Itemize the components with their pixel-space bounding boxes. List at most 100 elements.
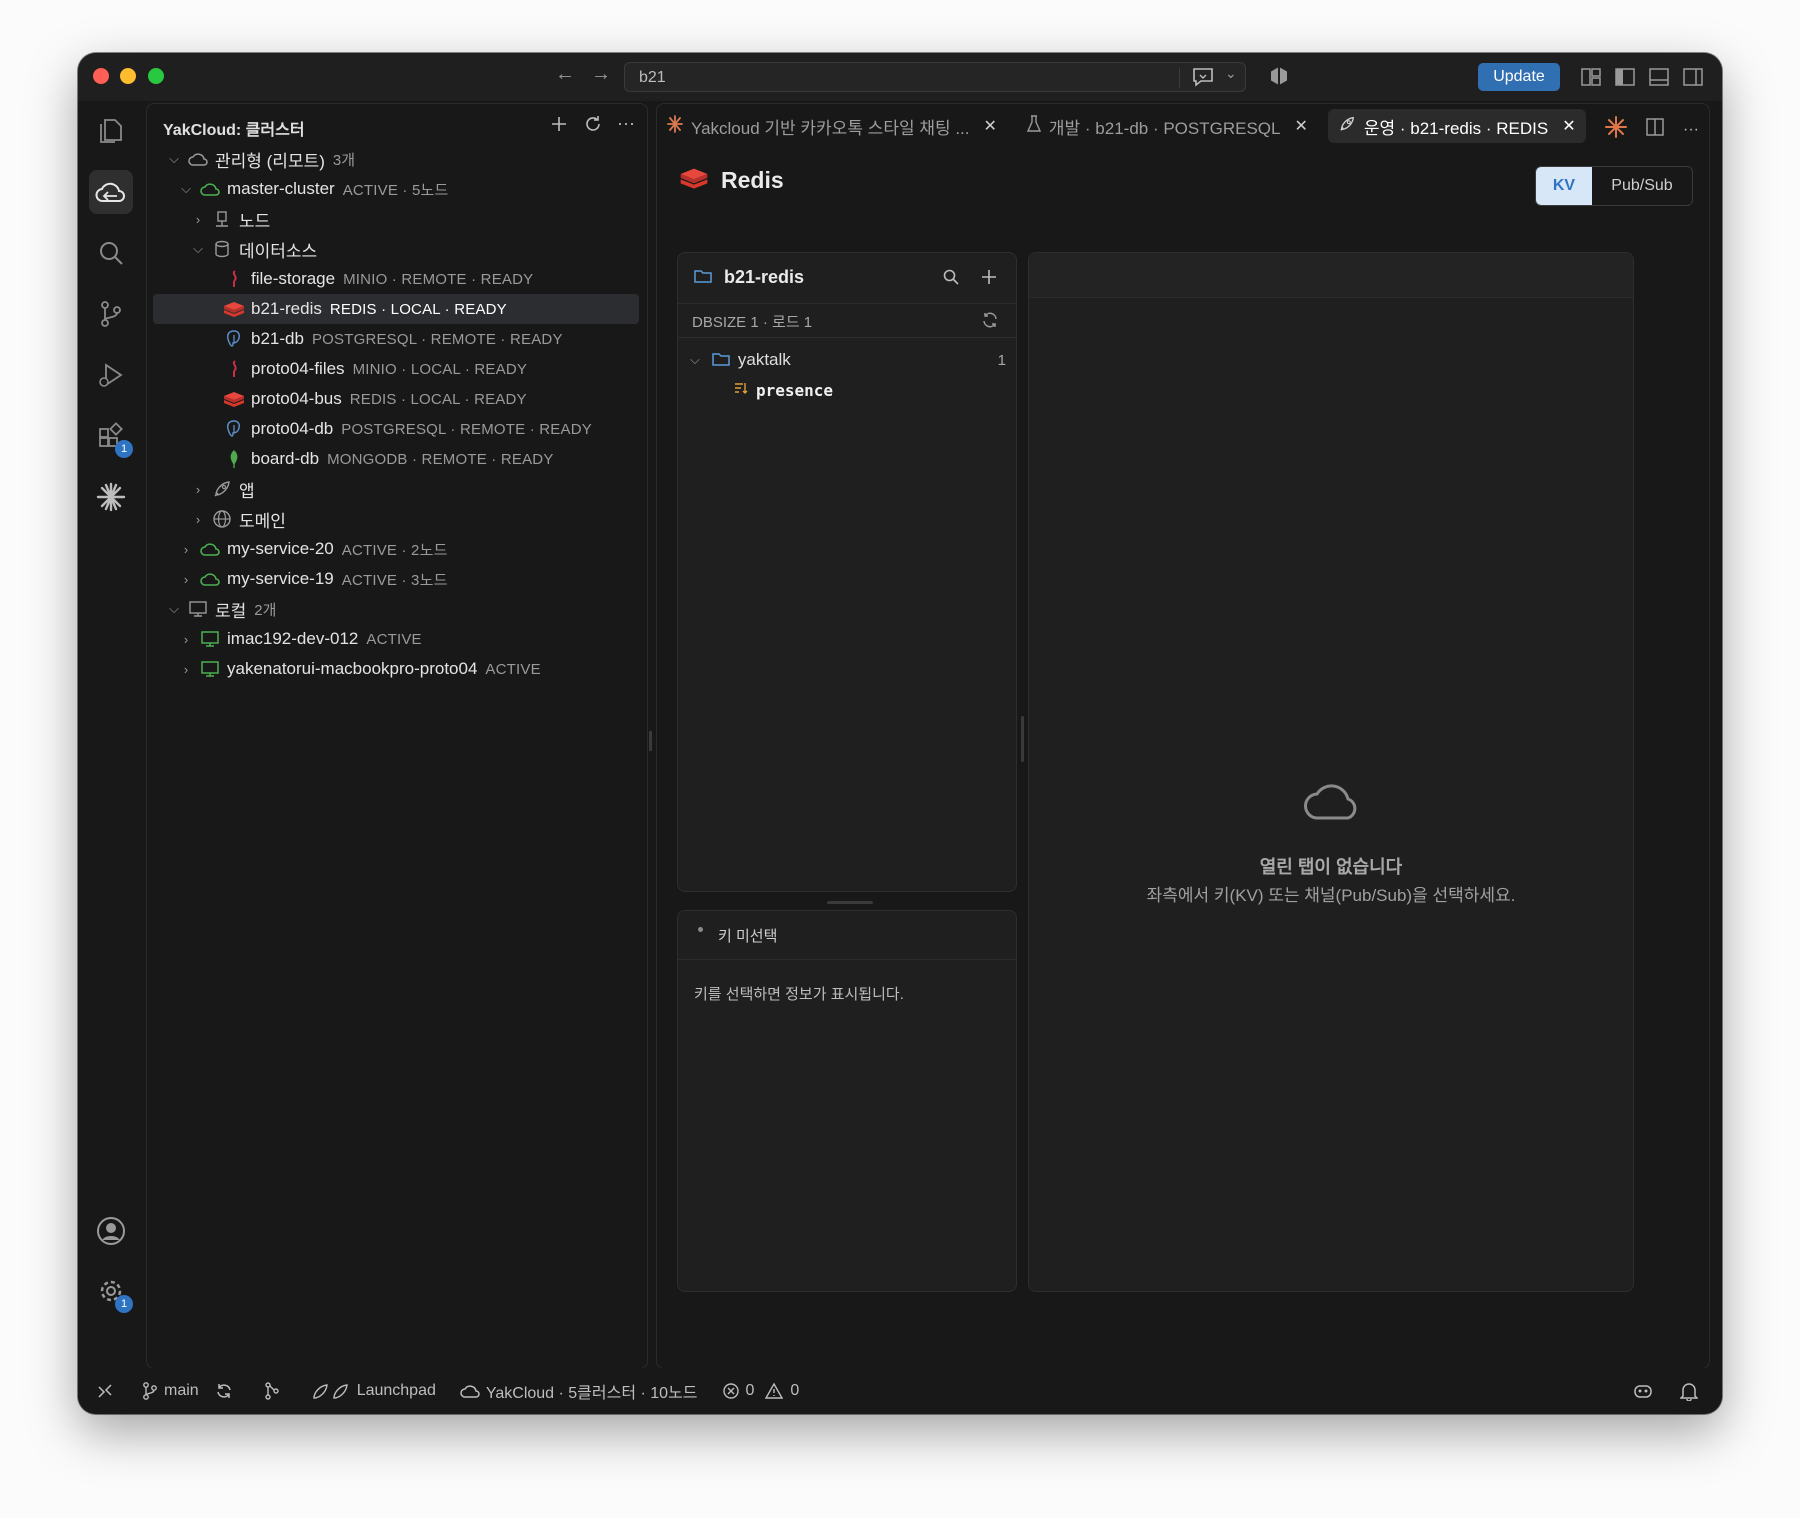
tree-item-datasources[interactable]: ⌵ 데이터소스	[153, 234, 639, 264]
datasource-file-storage[interactable]: file-storage MINIO · REMOTE · READY	[153, 264, 639, 294]
mode-kv-button[interactable]: KV	[1536, 167, 1592, 205]
extensions-badge: 1	[115, 440, 133, 458]
toggle-secondary-sidebar-icon[interactable]	[1682, 66, 1704, 93]
monitor-active-icon	[199, 628, 221, 650]
notifications-bell-icon[interactable]	[1680, 1381, 1704, 1401]
refresh-icon[interactable]	[980, 311, 1000, 334]
zoom-window-button[interactable]	[148, 68, 164, 84]
tree-local-imac192[interactable]: › imac192-dev-012 ACTIVE	[153, 624, 639, 654]
tree-item-nodes[interactable]: › 노드	[153, 204, 639, 234]
tree-local-macbookpro[interactable]: › yakenatorui-macbookpro-proto04 ACTIVE	[153, 654, 639, 684]
resize-handle[interactable]	[827, 901, 873, 904]
toggle-primary-sidebar-icon[interactable]	[1614, 66, 1636, 93]
datasource-proto04-bus[interactable]: proto04-bus REDIS · LOCAL · READY	[153, 384, 639, 414]
settings-gear-icon[interactable]: 1	[89, 1269, 133, 1313]
account-icon[interactable]	[89, 1209, 133, 1253]
source-control-icon[interactable]	[89, 292, 133, 336]
remote-icon[interactable]	[96, 1382, 120, 1400]
command-center-search[interactable]: b21 ⌄	[624, 62, 1246, 92]
forward-arrow-icon[interactable]: →	[591, 63, 611, 86]
add-key-icon[interactable]	[980, 268, 998, 291]
git-graph-icon[interactable]	[263, 1381, 287, 1401]
more-actions-icon[interactable]: ···	[617, 114, 635, 139]
extensions-icon[interactable]: 1	[89, 414, 133, 458]
chevron-right-icon: ›	[195, 481, 201, 497]
branch-status[interactable]: main	[142, 1381, 199, 1401]
key-browser-panel: b21-redis DBSIZE 1 · 로드 1 ⌵ yaktalk 1 pr…	[677, 252, 1017, 892]
close-window-button[interactable]	[93, 68, 109, 84]
more-actions-icon[interactable]: ···	[1683, 121, 1699, 139]
mode-pubsub-button[interactable]: Pub/Sub	[1592, 167, 1692, 205]
app-window: ← → b21 ⌄ Update 1 1 YakCloud: 클러스터 ··· …	[78, 53, 1722, 1414]
tab-label: 개발 · b21-db · POSTGRESQL	[1048, 118, 1281, 138]
close-tab-icon[interactable]: ✕	[1294, 116, 1307, 136]
ai-asterisk-icon[interactable]	[1605, 116, 1628, 143]
folder-icon	[712, 351, 730, 372]
monitor-icon	[187, 598, 209, 620]
explorer-icon[interactable]	[89, 109, 133, 153]
datasource-name: proto04-bus	[251, 389, 342, 408]
datasource-b21-db[interactable]: b21-db POSTGRESQL · REMOTE · READY	[153, 324, 639, 354]
tree-group-managed[interactable]: ⌵ 관리형 (리모트) 3개	[153, 144, 639, 174]
datasource-meta: REDIS · LOCAL · READY	[329, 300, 507, 318]
add-icon[interactable]	[549, 114, 569, 139]
editor-area: Yakcloud 기반 카카오톡 스타일 채팅 ... ✕ 개발 · b21-d…	[656, 103, 1710, 1369]
key-presence[interactable]: presence	[678, 375, 1016, 405]
chevron-right-icon: ›	[183, 661, 189, 677]
ai-asterisk-icon[interactable]	[89, 475, 133, 519]
datasource-board-db[interactable]: board-db MONGODB · REMOTE · READY	[153, 444, 639, 474]
datasource-proto04-db[interactable]: proto04-db POSTGRESQL · REMOTE · READY	[153, 414, 639, 444]
flask-icon	[1026, 114, 1041, 138]
copilot-status-icon[interactable]	[1632, 1382, 1660, 1400]
close-tab-icon[interactable]: ✕	[1562, 116, 1575, 136]
empty-title: 열린 탭이 없습니다	[1259, 857, 1403, 877]
update-button[interactable]: Update	[1478, 63, 1560, 91]
panel-resize-handle[interactable]	[1021, 716, 1024, 762]
minimize-window-button[interactable]	[120, 68, 136, 84]
search-icon[interactable]	[89, 231, 133, 275]
cluster-name: my-service-20	[227, 539, 334, 558]
tree-cluster-my-service-20[interactable]: › my-service-20 ACTIVE · 2노드	[153, 534, 639, 564]
tree-group-local[interactable]: ⌵ 로컬 2개	[153, 594, 639, 624]
redis-icon	[223, 298, 245, 320]
tree-item-label: 앱	[239, 481, 255, 501]
sidebar-resize-handle[interactable]	[649, 731, 652, 751]
tree-cluster-my-service-19[interactable]: › my-service-19 ACTIVE · 3노드	[153, 564, 639, 594]
key-folder-yaktalk[interactable]: ⌵ yaktalk 1	[678, 345, 1016, 375]
tree-item-domains[interactable]: › 도메인	[153, 504, 639, 534]
problems-status[interactable]: 0 0	[722, 1382, 799, 1400]
key-name: presence	[756, 380, 834, 400]
chevron-right-icon: ›	[195, 211, 201, 227]
customize-layout-icon[interactable]	[1580, 66, 1602, 93]
refresh-icon[interactable]	[583, 114, 603, 139]
datasource-meta: MONGODB · REMOTE · READY	[327, 450, 554, 468]
datasource-proto04-files[interactable]: proto04-files MINIO · LOCAL · READY	[153, 354, 639, 384]
cloud-summary: YakCloud · 5클러스터 · 10노드	[485, 1385, 698, 1402]
cluster-meta: ACTIVE · 2노드	[341, 541, 448, 559]
minio-icon	[223, 358, 245, 380]
local-meta: ACTIVE	[366, 630, 422, 648]
datasource-b21-redis[interactable]: b21-redis REDIS · LOCAL · READY	[153, 294, 639, 324]
yakcloud-status[interactable]: YakCloud · 5클러스터 · 10노드	[460, 1379, 698, 1403]
detail-header: 키 미선택	[718, 928, 778, 945]
cluster-meta: ACTIVE · 3노드	[341, 571, 448, 589]
tree-cluster-master[interactable]: ⌵ master-cluster ACTIVE · 5노드	[153, 174, 639, 204]
tree-item-apps[interactable]: › 앱	[153, 474, 639, 504]
chat-icon[interactable]	[1191, 66, 1215, 93]
back-arrow-icon[interactable]: ←	[555, 63, 575, 86]
split-editor-icon[interactable]	[1645, 117, 1665, 142]
tab-kakaotalk-chat[interactable]: Yakcloud 기반 카카오톡 스타일 채팅 ... ✕	[657, 109, 1007, 143]
launchpad-label: Launchpad	[356, 1382, 436, 1399]
yakcloud-icon[interactable]	[89, 170, 133, 214]
chevron-down-icon[interactable]: ⌄	[1225, 65, 1237, 82]
search-icon[interactable]	[942, 268, 960, 291]
copilot-icon[interactable]	[1268, 65, 1290, 92]
toggle-panel-icon[interactable]	[1648, 66, 1670, 93]
tree-item-label: 도메인	[239, 511, 286, 531]
sync-icon[interactable]	[215, 1382, 239, 1400]
tab-b21-db-postgresql[interactable]: 개발 · b21-db · POSTGRESQL ✕	[1017, 109, 1318, 143]
close-tab-icon[interactable]: ✕	[984, 116, 997, 136]
run-debug-icon[interactable]	[89, 353, 133, 397]
launchpad-status[interactable]: Launchpad	[311, 1381, 436, 1401]
tab-b21-redis[interactable]: 운영 · b21-redis · REDIS ✕	[1327, 109, 1586, 143]
